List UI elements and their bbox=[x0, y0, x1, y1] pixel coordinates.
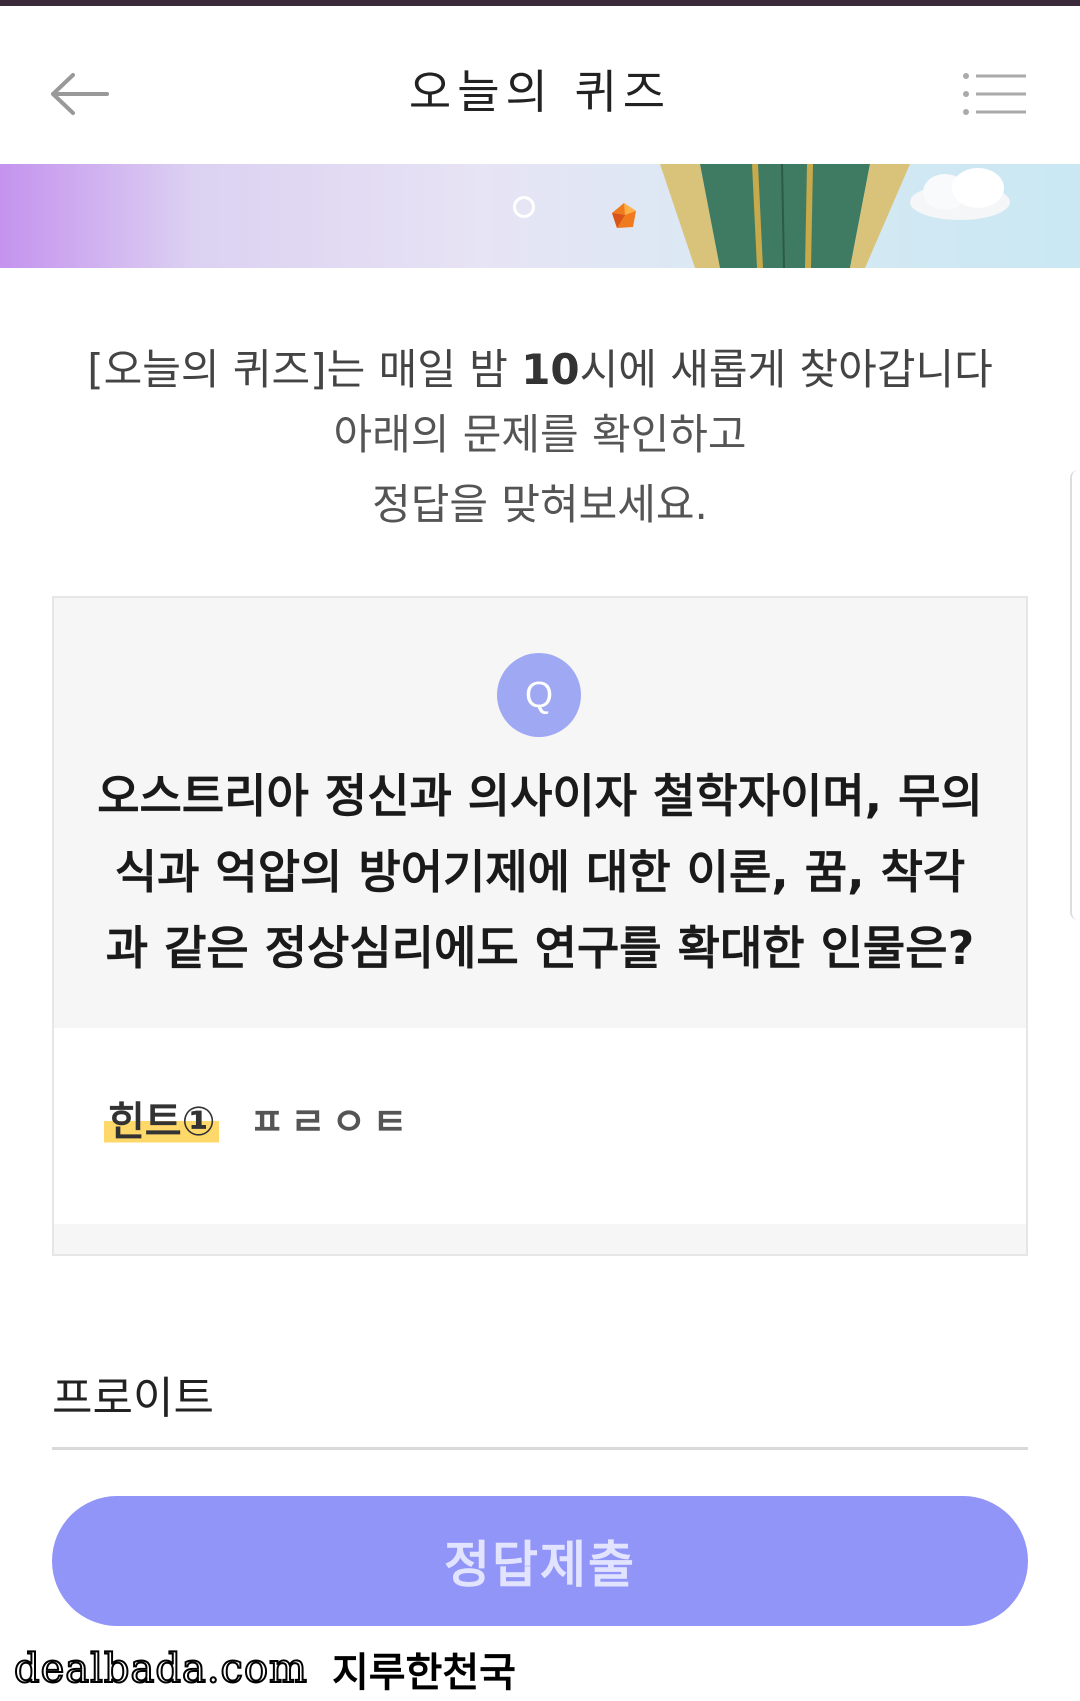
cloud-illustration bbox=[910, 168, 1010, 220]
hint-text: ㅍㄹㅇㅌ bbox=[249, 1099, 414, 1144]
list-menu-icon bbox=[963, 73, 1026, 115]
hint-label: 힌트① bbox=[104, 1089, 220, 1147]
submit-answer-button[interactable]: 정답제출 bbox=[52, 1496, 1028, 1626]
page-title: 오늘의 퀴즈 bbox=[408, 65, 672, 119]
quiz-card: Q 오스트리아 정신과 의사이자 철학자이며, 무의식과 억압의 방어기제에 대… bbox=[52, 596, 1028, 1256]
question-badge: Q bbox=[497, 653, 581, 737]
card-bottom-strip bbox=[54, 1224, 1026, 1254]
watermark-site: dealbada.com bbox=[13, 1645, 308, 1693]
question-panel: Q 오스트리아 정신과 의사이자 철학자이며, 무의식과 억압의 방어기제에 대… bbox=[54, 598, 1026, 1028]
gem-icon bbox=[612, 203, 636, 228]
app-header: 오늘의 퀴즈 bbox=[0, 6, 1080, 164]
answer-input[interactable] bbox=[52, 1340, 1028, 1450]
watermark-name: 지루한천국 bbox=[331, 1650, 516, 1696]
scroll-edge-handle[interactable] bbox=[1070, 470, 1080, 920]
intro-schedule-suffix: 시에 새롭게 찾아갑니다 bbox=[579, 345, 993, 394]
menu-button[interactable] bbox=[950, 54, 1040, 134]
banner-ring-icon bbox=[513, 196, 535, 218]
intro-text: [오늘의 퀴즈]는 매일 밤 10시에 새롭게 찾아갑니다 아래의 문제를 확인… bbox=[0, 340, 1080, 540]
intro-instruction-1: 아래의 문제를 확인하고 bbox=[333, 410, 747, 459]
door-illustration bbox=[660, 164, 910, 268]
intro-schedule: [오늘의 퀴즈]는 매일 밤 10시에 새롭게 찾아갑니다 bbox=[0, 340, 1080, 400]
intro-instruction-2: 정답을 맞혀보세요. bbox=[372, 480, 708, 529]
intro-schedule-prefix: [오늘의 퀴즈]는 매일 밤 bbox=[87, 345, 522, 394]
intro-schedule-time: 10 bbox=[521, 345, 580, 394]
question-text: 오스트리아 정신과 의사이자 철학자이며, 무의식과 억압의 방어기제에 대한 … bbox=[97, 769, 983, 975]
hint-row: 힌트① ㅍㄹㅇㅌ bbox=[104, 1088, 413, 1148]
watermark: dealbada.com 지루한천국 bbox=[13, 1644, 516, 1696]
